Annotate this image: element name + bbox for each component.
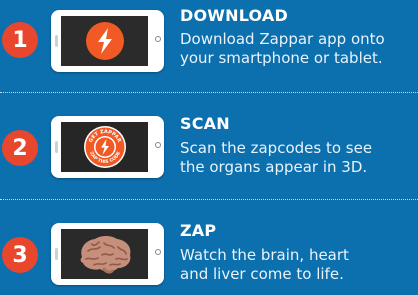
step-description-line: Scan the zapcodes to see bbox=[180, 139, 373, 157]
phone-illustration bbox=[51, 10, 164, 72]
step-description: Watch the brain, heart and liver come to… bbox=[180, 246, 416, 284]
step-description-line: Watch the brain, heart bbox=[180, 246, 349, 264]
phone-speaker bbox=[55, 35, 58, 47]
phone-speaker bbox=[55, 141, 58, 153]
step-title: DOWNLOAD bbox=[180, 6, 288, 25]
phone-home-button bbox=[155, 36, 161, 42]
phone-screen bbox=[61, 16, 148, 66]
zapcode-icon: GET ZAPPAR ZAP THIS CODE bbox=[83, 126, 126, 168]
step-scan: 2 GET ZAPPAR ZAP THIS CODE SCAN Scan the… bbox=[0, 96, 418, 196]
divider bbox=[0, 92, 418, 93]
step-description-line: your smartphone or tablet. bbox=[180, 49, 383, 67]
step-description: Scan the zapcodes to see the organs appe… bbox=[180, 139, 416, 177]
instructions-panel: 1 DOWNLOAD Download Zappar app onto your… bbox=[0, 0, 418, 295]
step-description-line: Download Zappar app onto bbox=[180, 30, 385, 48]
divider bbox=[0, 199, 418, 200]
phone-screen bbox=[61, 229, 148, 279]
phone-illustration: GET ZAPPAR ZAP THIS CODE bbox=[51, 116, 164, 178]
step-number-badge: 2 bbox=[2, 130, 38, 166]
step-download: 1 DOWNLOAD Download Zappar app onto your… bbox=[0, 0, 418, 90]
step-description-line: and liver come to life. bbox=[180, 265, 344, 283]
phone-home-button bbox=[155, 142, 161, 148]
phone-illustration bbox=[51, 223, 164, 285]
brain-icon bbox=[80, 236, 130, 274]
phone-home-button bbox=[155, 249, 161, 255]
step-title: SCAN bbox=[180, 114, 230, 133]
phone-screen: GET ZAPPAR ZAP THIS CODE bbox=[61, 122, 148, 172]
phone-speaker bbox=[55, 248, 58, 260]
step-number-badge: 1 bbox=[2, 22, 38, 58]
step-description: Download Zappar app onto your smartphone… bbox=[180, 30, 416, 68]
step-number-badge: 3 bbox=[2, 237, 38, 273]
step-description-line: the organs appear in 3D. bbox=[180, 158, 368, 176]
zappar-logo-icon bbox=[85, 22, 124, 60]
step-title: ZAP bbox=[180, 221, 217, 240]
step-zap: 3 ZAP Watch the brain, heart and liver c… bbox=[0, 203, 418, 295]
